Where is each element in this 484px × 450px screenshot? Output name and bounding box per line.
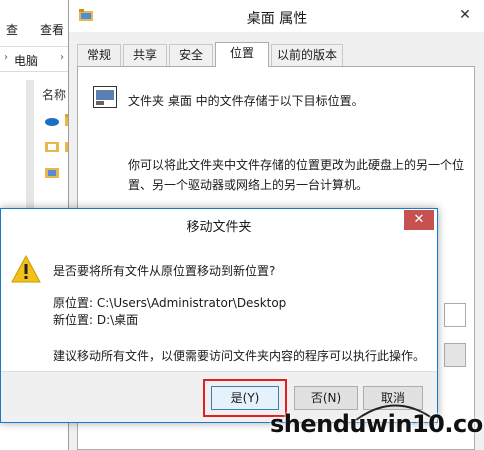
location-button[interactable] — [444, 343, 466, 367]
move-folder-dialog: 移动文件夹 ✕ 是否要将所有文件从原位置移动到新位置? 原位置: C:\User… — [0, 208, 438, 423]
tab-security[interactable]: 安全 — [169, 44, 213, 66]
location-path-field[interactable] — [444, 303, 466, 327]
location-description: 你可以将此文件夹中文件存储的位置更改为此硬盘上的另一个位置、另一个驱动器或网络上… — [128, 158, 465, 192]
new-location-text: 新位置: D:\桌面 — [53, 313, 139, 327]
location-info-text: 文件夹 桌面 中的文件存储于以下目标位置。 — [128, 94, 364, 108]
address-separator: › — [60, 52, 64, 63]
watermark-text: shenduwin10.com — [270, 410, 484, 438]
no-button[interactable]: 否(N) — [294, 386, 358, 410]
close-icon[interactable]: ✕ — [453, 4, 477, 26]
address-segment[interactable]: 电脑 — [14, 52, 38, 69]
explorer-nav-scrollbar[interactable] — [26, 80, 34, 220]
column-header-name[interactable]: 名称 — [42, 86, 66, 103]
tab-sharing[interactable]: 共享 — [123, 44, 167, 66]
explorer-menu-view[interactable]: 查看 — [40, 21, 64, 38]
warning-icon — [11, 255, 41, 283]
properties-title: 桌面 属性 — [246, 11, 308, 27]
folder-icon[interactable] — [44, 138, 60, 154]
dialog-title-bar[interactable]: 移动文件夹 ✕ — [1, 209, 437, 239]
chevron-right-icon: › — [4, 52, 8, 63]
folder-icon[interactable] — [44, 164, 60, 180]
dialog-advice-text: 建议移动所有文件，以便需要访问文件夹内容的程序可以执行此操作。 — [53, 349, 426, 363]
folder-location-icon — [93, 86, 117, 108]
onedrive-icon[interactable] — [44, 112, 60, 128]
dialog-title: 移动文件夹 — [186, 220, 252, 235]
yes-button[interactable]: 是(Y) — [211, 386, 279, 410]
properties-title-bar[interactable]: 桌面 属性 ✕ — [69, 0, 484, 32]
tab-general[interactable]: 常规 — [77, 44, 121, 66]
explorer-menu-item[interactable]: 查 — [6, 21, 18, 38]
original-location-text: 原位置: C:\Users\Administrator\Desktop — [53, 296, 287, 310]
dialog-question: 是否要将所有文件从原位置移动到新位置? — [53, 264, 276, 278]
tab-previous-versions[interactable]: 以前的版本 — [271, 44, 343, 66]
close-icon[interactable]: ✕ — [404, 210, 434, 230]
tab-location[interactable]: 位置 — [215, 42, 269, 67]
